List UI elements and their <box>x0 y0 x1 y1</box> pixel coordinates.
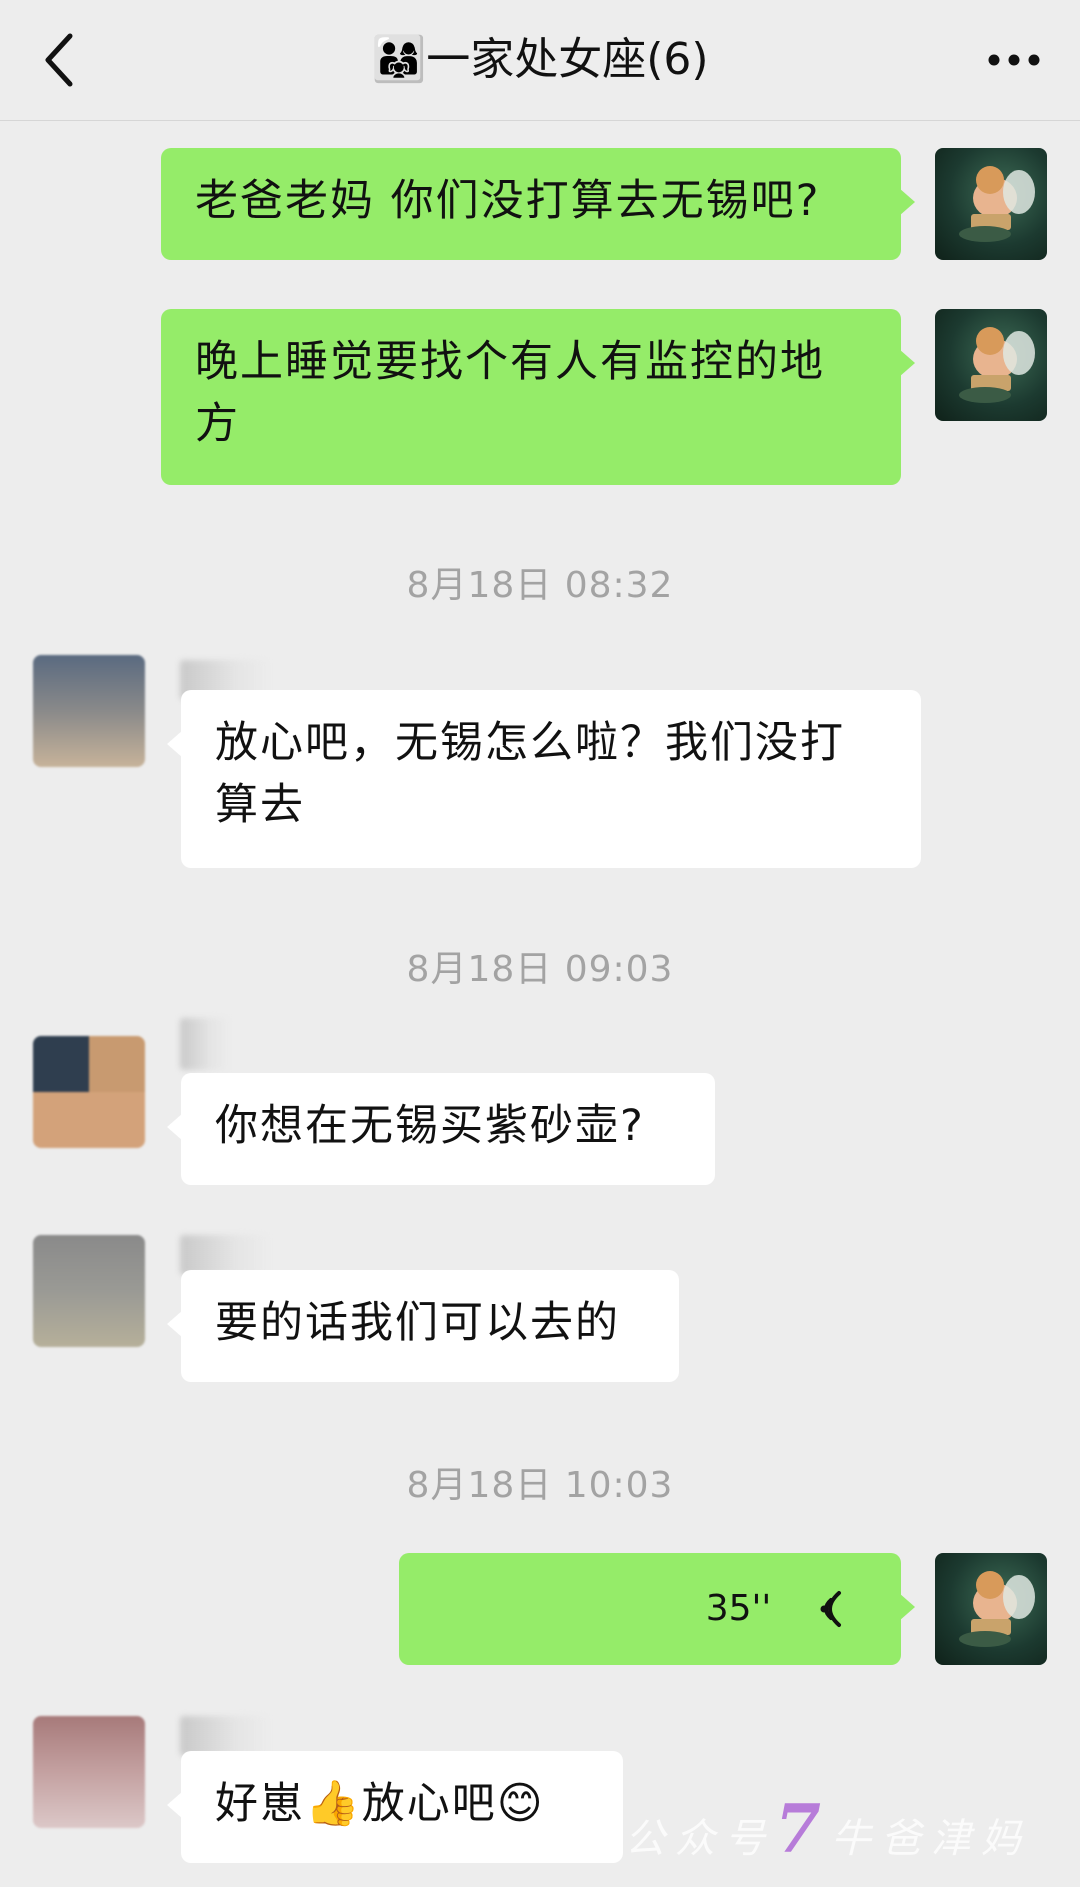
contact-avatar[interactable] <box>33 1716 145 1828</box>
message-text-part: 放心吧 <box>361 1779 497 1829</box>
message-text: 放心吧，无锡怎么啦？我们没打算去 <box>215 718 845 830</box>
message-bubble-outgoing[interactable]: 晚上睡觉要找个有人有监控的地方 <box>161 309 915 485</box>
my-avatar[interactable] <box>935 148 1047 260</box>
cherub-avatar-icon <box>959 1571 1035 1647</box>
voice-wave-icon <box>820 1590 841 1627</box>
message-bubble-incoming[interactable]: 你想在无锡买紫砂壶? <box>167 1073 715 1185</box>
message-text: 要的话我们可以去的 <box>215 1298 620 1348</box>
message-text: 晚上睡觉要找个有人有监控的地方 <box>195 337 825 449</box>
watermark: 公众号7牛爸津妈 <box>625 1790 1031 1868</box>
chat-title-text: 一家处女座(6) <box>426 34 709 85</box>
sender-nickname-blurred <box>180 1716 270 1756</box>
voice-message-bubble[interactable]: 35'' <box>399 1553 915 1665</box>
timestamp: 8月18日 10:03 <box>406 1465 674 1506</box>
sender-nickname-blurred <box>180 1235 270 1275</box>
message-bubble-incoming[interactable]: 放心吧，无锡怎么啦？我们没打算去 <box>167 690 921 868</box>
message-text: 老爸老妈 你们没打算去无锡吧? <box>195 176 821 226</box>
timestamp: 8月18日 09:03 <box>406 949 674 990</box>
timestamp: 8月18日 08:32 <box>406 565 674 606</box>
my-avatar[interactable] <box>935 309 1047 421</box>
more-dots-icon[interactable] <box>984 44 1044 76</box>
message-text: 你想在无锡买紫砂壶? <box>215 1101 645 1151</box>
cherub-avatar-icon <box>959 166 1035 242</box>
contact-avatar[interactable] <box>33 1235 145 1347</box>
message-bubble-incoming[interactable]: 要的话我们可以去的 <box>167 1270 679 1382</box>
chat-title: 👨‍👩‍👧一家处女座(6) <box>0 30 1080 90</box>
message-text-part: 好崽 <box>215 1779 305 1829</box>
smile-emoji-icon: 😊 <box>496 1778 545 1829</box>
family-emoji-icon: 👨‍👩‍👧 <box>371 34 427 85</box>
thumbs-up-emoji-icon: 👍 <box>305 1778 362 1829</box>
cherub-avatar-icon <box>959 327 1035 403</box>
sender-nickname-blurred <box>180 1018 230 1070</box>
message-bubble-outgoing[interactable]: 老爸老妈 你们没打算去无锡吧? <box>161 148 915 260</box>
voice-duration: 35'' <box>705 1588 772 1629</box>
contact-avatar[interactable] <box>33 655 145 767</box>
chat-header: 👨‍👩‍👧一家处女座(6) <box>0 0 1080 121</box>
contact-avatar[interactable] <box>33 1036 145 1148</box>
my-avatar[interactable] <box>935 1553 1047 1665</box>
message-bubble-incoming[interactable]: 好崽👍放心吧😊 <box>167 1751 623 1863</box>
